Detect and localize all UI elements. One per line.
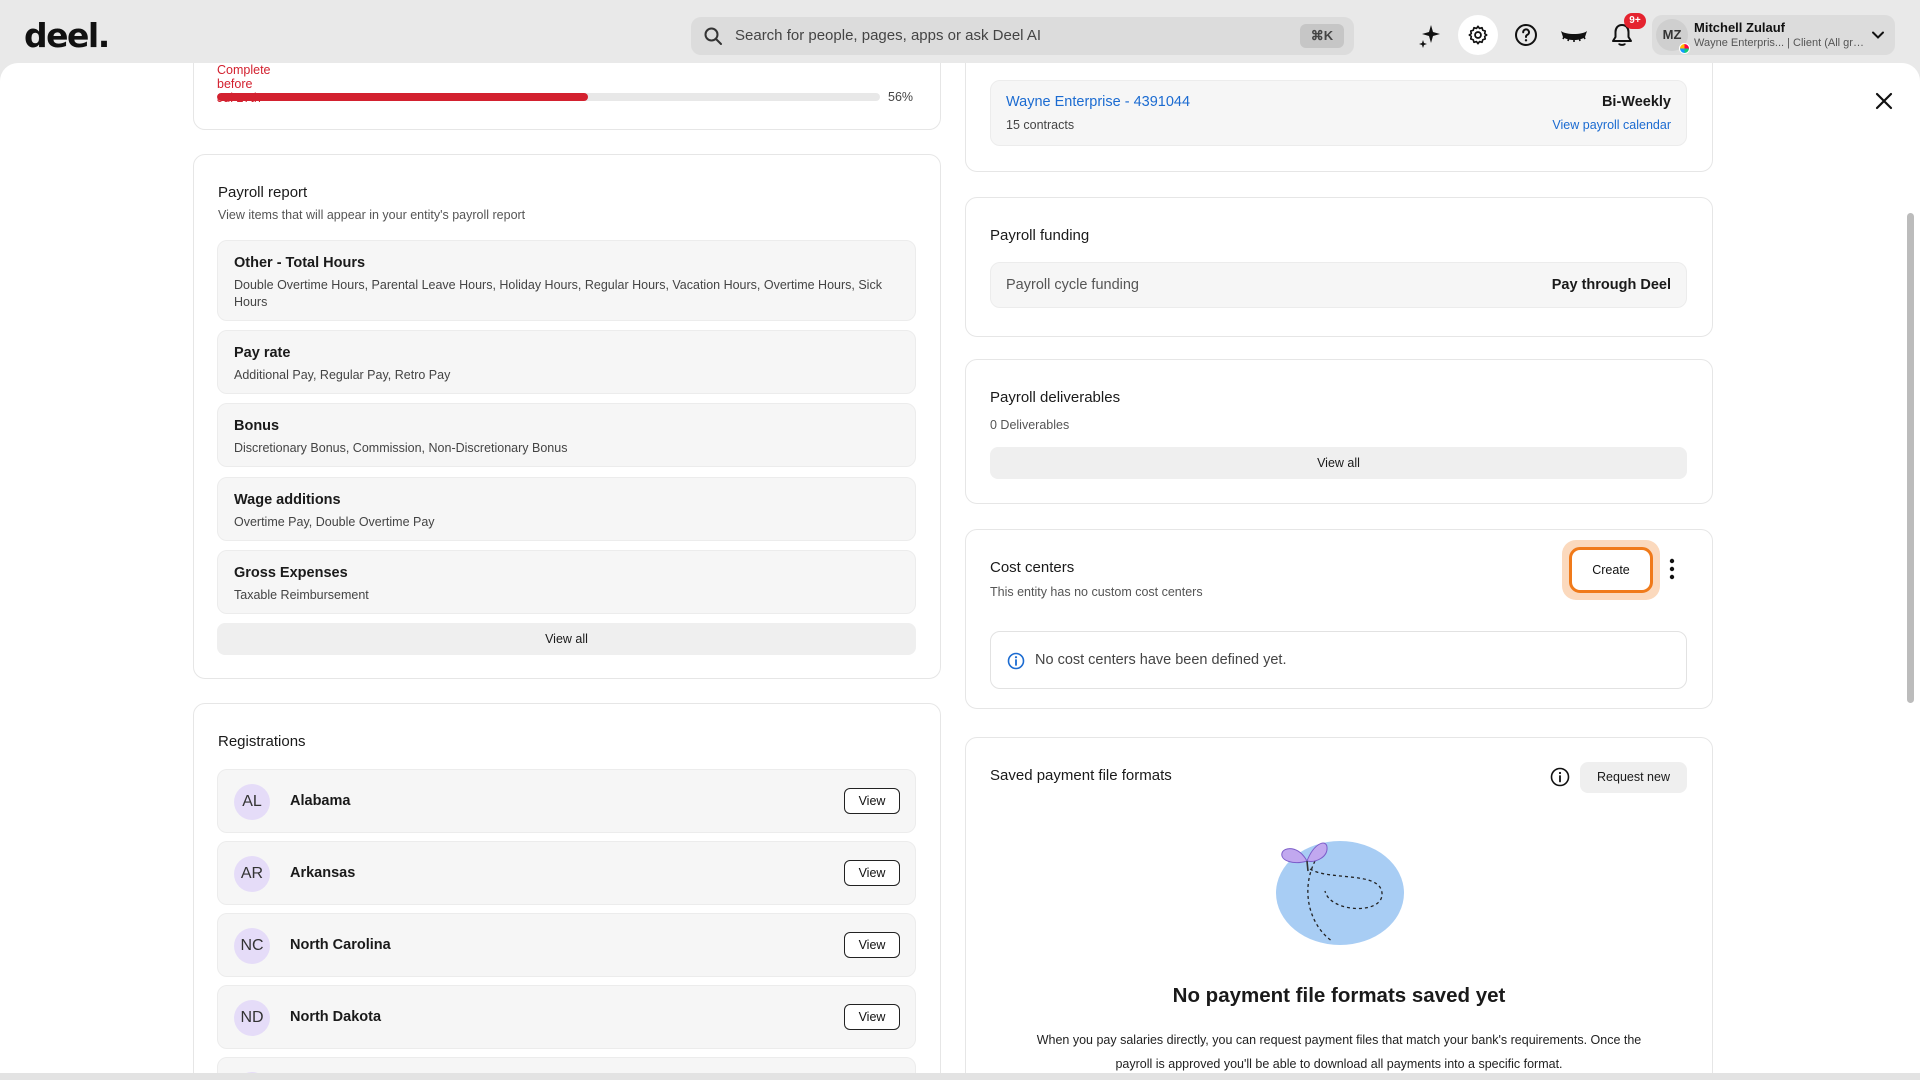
view-payroll-calendar-link[interactable]: View payroll calendar bbox=[1552, 118, 1671, 132]
user-name: Mitchell Zulauf bbox=[1694, 20, 1785, 35]
payroll-funding-row: Payroll cycle funding Pay through Deel bbox=[990, 262, 1687, 308]
view-registration-button[interactable]: View bbox=[844, 860, 900, 886]
help-icon bbox=[1515, 24, 1537, 46]
deliverables-view-all-button[interactable]: View all bbox=[990, 447, 1687, 479]
eye-mask-icon bbox=[1561, 31, 1587, 42]
cost-centers-empty-box: No cost centers have been defined yet. bbox=[990, 631, 1687, 689]
registration-row: AL Alabama View bbox=[217, 769, 916, 833]
registration-row: AR Arkansas View bbox=[217, 841, 916, 905]
payroll-report-title: Payroll report bbox=[218, 184, 308, 201]
search-icon bbox=[704, 27, 722, 45]
payment-formats-empty-desc: When you pay salaries directly, you can … bbox=[965, 1028, 1713, 1076]
report-item-title: Wage additions bbox=[234, 492, 341, 508]
payroll-group-link[interactable]: Wayne Enterprise - 4391044 bbox=[1006, 94, 1190, 110]
user-subtitle: Wayne Enterpris... | Client (All gro... bbox=[1694, 37, 1864, 49]
progress-bar-fill bbox=[217, 93, 589, 101]
org-logo-icon bbox=[1679, 43, 1690, 54]
global-search[interactable]: Search for people, pages, apps or ask De… bbox=[691, 17, 1354, 55]
payment-formats-empty-desc-line: When you pay salaries directly, you can … bbox=[1036, 1033, 1642, 1047]
gear-icon bbox=[1468, 25, 1488, 45]
settings-button[interactable] bbox=[1458, 15, 1498, 55]
progress-bar bbox=[217, 93, 880, 101]
vertical-scrollbar[interactable] bbox=[1907, 213, 1914, 703]
report-item-title: Other - Total Hours bbox=[234, 255, 366, 271]
report-item[interactable]: Wage additions Overtime Pay, Double Over… bbox=[217, 477, 916, 541]
report-item-desc: Overtime Pay, Double Overtime Pay bbox=[234, 515, 435, 529]
view-registration-button[interactable]: View bbox=[844, 932, 900, 958]
cost-centers-title: Cost centers bbox=[990, 559, 1075, 576]
funding-label: Payroll cycle funding bbox=[1006, 277, 1139, 293]
notification-badge: 9+ bbox=[1624, 13, 1646, 29]
state-avatar: AR bbox=[234, 856, 270, 892]
payroll-group-contracts: 15 contracts bbox=[1006, 118, 1075, 132]
funding-value: Pay through Deel bbox=[1551, 277, 1671, 293]
payroll-group-row: Wayne Enterprise - 4391044 15 contracts … bbox=[990, 80, 1687, 146]
registrations-title: Registrations bbox=[218, 733, 306, 750]
state-name: Alabama bbox=[290, 793, 351, 809]
horizontal-scrollbar[interactable] bbox=[0, 1073, 1920, 1080]
info-icon bbox=[1007, 652, 1025, 670]
registration-row: ND North Dakota View bbox=[217, 985, 916, 1049]
state-name: North Dakota bbox=[290, 1009, 382, 1025]
report-item[interactable]: Pay rate Additional Pay, Regular Pay, Re… bbox=[217, 330, 916, 394]
report-item[interactable]: Bonus Discretionary Bonus, Commission, N… bbox=[217, 403, 916, 467]
sparkle-icon bbox=[1419, 25, 1440, 48]
progress-percent: 56% bbox=[888, 90, 914, 104]
report-item-desc: Double Overtime Hours, Parental Leave Ho… bbox=[234, 278, 882, 309]
ai-sparkle-button[interactable] bbox=[1410, 15, 1450, 55]
cost-centers-subtitle: This entity has no custom cost centers bbox=[990, 585, 1203, 599]
payroll-report-subtitle: View items that will appear in your enti… bbox=[218, 208, 526, 222]
report-item-title: Bonus bbox=[234, 418, 280, 434]
payment-formats-empty-title: No payment file formats saved yet bbox=[1172, 984, 1506, 1007]
state-avatar: NC bbox=[234, 928, 270, 964]
report-item-desc: Taxable Reimbursement bbox=[234, 588, 369, 602]
state-name: Arkansas bbox=[290, 865, 356, 881]
state-avatar: AL bbox=[234, 784, 270, 820]
help-button[interactable] bbox=[1506, 15, 1546, 55]
more-vertical-icon[interactable] bbox=[1664, 557, 1680, 581]
close-icon[interactable] bbox=[1872, 89, 1896, 113]
info-icon[interactable] bbox=[1550, 767, 1570, 787]
incognito-button[interactable] bbox=[1554, 15, 1594, 55]
request-new-format-button[interactable]: Request new bbox=[1580, 762, 1687, 793]
report-item[interactable]: Other - Total Hours Double Overtime Hour… bbox=[217, 240, 916, 321]
report-item-title: Gross Expenses bbox=[234, 565, 348, 581]
user-menu[interactable]: MZ Mitchell Zulauf Wayne Enterpris... | … bbox=[1652, 15, 1895, 55]
payroll-deliverables-card: Payroll deliverables 0 Deliverables bbox=[965, 359, 1713, 504]
entity-details-panel: Complete before Jul 27th 56% Payroll rep… bbox=[0, 63, 1920, 1080]
payroll-funding-title: Payroll funding bbox=[990, 227, 1090, 244]
view-registration-button[interactable]: View bbox=[844, 1004, 900, 1030]
payroll-report-view-all-button[interactable]: View all bbox=[217, 623, 916, 655]
payment-formats-title: Saved payment file formats bbox=[990, 767, 1172, 784]
search-placeholder: Search for people, pages, apps or ask De… bbox=[735, 27, 1042, 44]
deel-logo[interactable]: deel. bbox=[24, 16, 110, 55]
state-avatar: ND bbox=[234, 1000, 270, 1036]
search-shortcut: ⌘K bbox=[1300, 24, 1344, 48]
butterfly-illustration-icon bbox=[1276, 841, 1404, 945]
state-name: North Carolina bbox=[290, 937, 391, 953]
create-cost-center-button[interactable]: Create bbox=[1569, 547, 1653, 593]
deliverables-count: 0 Deliverables bbox=[990, 418, 1070, 432]
report-item-desc: Additional Pay, Regular Pay, Retro Pay bbox=[234, 368, 451, 382]
report-item-title: Pay rate bbox=[234, 345, 291, 361]
registration-row: NC North Carolina View bbox=[217, 913, 916, 977]
report-item[interactable]: Gross Expenses Taxable Reimbursement bbox=[217, 550, 916, 614]
top-bar: deel. Search for people, pages, apps or … bbox=[0, 0, 1920, 70]
payroll-frequency: Bi-Weekly bbox=[1601, 94, 1671, 110]
chevron-down-icon bbox=[1872, 31, 1884, 39]
view-registration-button[interactable]: View bbox=[844, 788, 900, 814]
report-item-desc: Discretionary Bonus, Commission, Non-Dis… bbox=[234, 441, 568, 455]
cost-centers-empty-message: No cost centers have been defined yet. bbox=[1035, 652, 1287, 668]
payroll-deliverables-title: Payroll deliverables bbox=[990, 389, 1121, 406]
